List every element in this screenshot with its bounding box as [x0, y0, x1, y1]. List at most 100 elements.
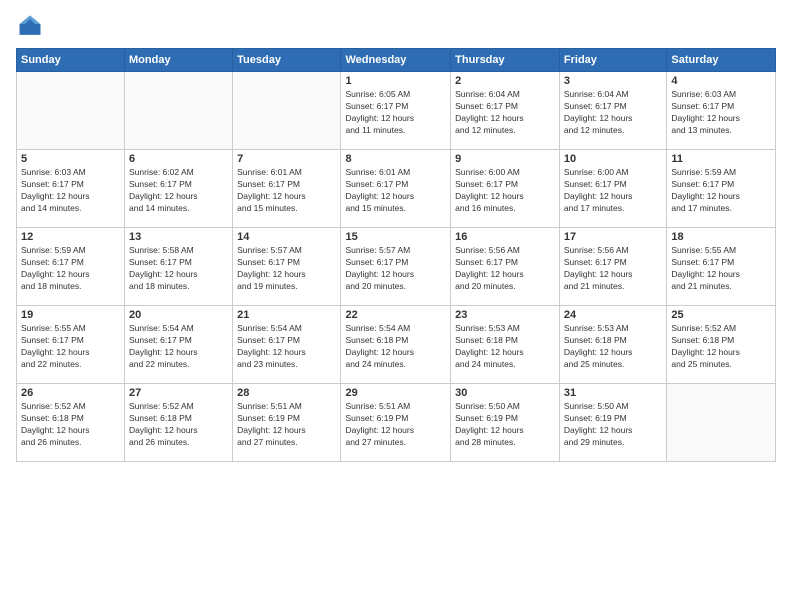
day-number: 3	[564, 75, 662, 87]
calendar-cell: 9 Sunrise: 6:00 AM Sunset: 6:17 PM Daylig…	[451, 150, 560, 228]
day-number: 1	[345, 75, 446, 87]
day-info: Sunrise: 6:05 AM Sunset: 6:17 PM Dayligh…	[345, 89, 446, 137]
calendar-cell: 5 Sunrise: 6:03 AM Sunset: 6:17 PM Daylig…	[17, 150, 125, 228]
day-info: Sunrise: 5:51 AM Sunset: 6:19 PM Dayligh…	[237, 401, 336, 449]
calendar-cell: 21Sunrise: 5:54 AM Sunset: 6:17 PM Dayli…	[233, 306, 341, 384]
calendar-week-4: 19 Sunrise: 5:55 AM Sunset: 6:17 PM Dayli…	[17, 306, 776, 384]
weekday-header-sunday: Sunday	[17, 49, 125, 72]
day-number: 31	[564, 387, 662, 399]
calendar-cell: 4 Sunrise: 6:03 AM Sunset: 6:17 PM Daylig…	[667, 72, 776, 150]
weekday-header-monday: Monday	[125, 49, 233, 72]
day-number: 4	[671, 75, 771, 87]
day-number: 6	[129, 153, 228, 165]
day-number: 24	[564, 309, 662, 321]
day-number: 20	[129, 309, 228, 321]
calendar-cell: 8 Sunrise: 6:01 AM Sunset: 6:17 PM Daylig…	[341, 150, 451, 228]
calendar-cell: 10Sunrise: 6:00 AM Sunset: 6:17 PM Dayli…	[559, 150, 666, 228]
logo-icon	[16, 12, 44, 40]
day-info: Sunrise: 6:01 AM Sunset: 6:17 PM Dayligh…	[345, 167, 446, 215]
weekday-header-wednesday: Wednesday	[341, 49, 451, 72]
calendar-cell: 2 Sunrise: 6:04 AM Sunset: 6:17 PM Daylig…	[451, 72, 560, 150]
day-info: Sunrise: 5:57 AM Sunset: 6:17 PM Dayligh…	[237, 245, 336, 293]
page: SundayMondayTuesdayWednesdayThursdayFrid…	[0, 0, 792, 612]
day-info: Sunrise: 6:03 AM Sunset: 6:17 PM Dayligh…	[671, 89, 771, 137]
calendar-cell: 25 Sunrise: 5:52 AM Sunset: 6:18 PM Dayli…	[667, 306, 776, 384]
day-number: 30	[455, 387, 555, 399]
calendar-cell: 29 Sunrise: 5:51 AM Sunset: 6:19 PM Dayli…	[341, 384, 451, 462]
day-info: Sunrise: 5:50 AM Sunset: 6:19 PM Dayligh…	[564, 401, 662, 449]
day-number: 26	[21, 387, 120, 399]
day-info: Sunrise: 5:51 AM Sunset: 6:19 PM Dayligh…	[345, 401, 446, 449]
calendar-cell: 28 Sunrise: 5:51 AM Sunset: 6:19 PM Dayli…	[233, 384, 341, 462]
calendar-cell: 18 Sunrise: 5:55 AM Sunset: 6:17 PM Dayli…	[667, 228, 776, 306]
calendar-cell: 15Sunrise: 5:57 AM Sunset: 6:17 PM Dayli…	[341, 228, 451, 306]
calendar-cell	[233, 72, 341, 150]
day-info: Sunrise: 5:55 AM Sunset: 6:17 PM Dayligh…	[671, 245, 771, 293]
calendar-cell: 3 Sunrise: 6:04 AM Sunset: 6:17 PM Daylig…	[559, 72, 666, 150]
calendar-cell: 27 Sunrise: 5:52 AM Sunset: 6:18 PM Dayli…	[125, 384, 233, 462]
day-number: 16	[455, 231, 555, 243]
calendar-week-2: 5 Sunrise: 6:03 AM Sunset: 6:17 PM Daylig…	[17, 150, 776, 228]
day-info: Sunrise: 5:59 AM Sunset: 6:17 PM Dayligh…	[21, 245, 120, 293]
weekday-header-tuesday: Tuesday	[233, 49, 341, 72]
day-info: Sunrise: 5:54 AM Sunset: 6:18 PM Dayligh…	[345, 323, 446, 371]
day-info: Sunrise: 6:00 AM Sunset: 6:17 PM Dayligh…	[564, 167, 662, 215]
day-number: 21	[237, 309, 336, 321]
calendar-cell: 30 Sunrise: 5:50 AM Sunset: 6:19 PM Dayli…	[451, 384, 560, 462]
calendar-cell: 31 Sunrise: 5:50 AM Sunset: 6:19 PM Dayli…	[559, 384, 666, 462]
day-info: Sunrise: 5:56 AM Sunset: 6:17 PM Dayligh…	[564, 245, 662, 293]
weekday-header-thursday: Thursday	[451, 49, 560, 72]
calendar-cell: 20 Sunrise: 5:54 AM Sunset: 6:17 PM Dayli…	[125, 306, 233, 384]
day-info: Sunrise: 5:50 AM Sunset: 6:19 PM Dayligh…	[455, 401, 555, 449]
day-number: 8	[345, 153, 446, 165]
day-number: 28	[237, 387, 336, 399]
day-number: 18	[671, 231, 771, 243]
calendar-cell	[125, 72, 233, 150]
day-number: 7	[237, 153, 336, 165]
day-info: Sunrise: 5:53 AM Sunset: 6:18 PM Dayligh…	[455, 323, 555, 371]
day-info: Sunrise: 5:54 AM Sunset: 6:17 PM Dayligh…	[129, 323, 228, 371]
calendar-cell: 12 Sunrise: 5:59 AM Sunset: 6:17 PM Dayli…	[17, 228, 125, 306]
day-info: Sunrise: 5:52 AM Sunset: 6:18 PM Dayligh…	[671, 323, 771, 371]
day-number: 19	[21, 309, 120, 321]
day-info: Sunrise: 6:00 AM Sunset: 6:17 PM Dayligh…	[455, 167, 555, 215]
calendar-cell: 7 Sunrise: 6:01 AM Sunset: 6:17 PM Daylig…	[233, 150, 341, 228]
calendar-cell: 26Sunrise: 5:52 AM Sunset: 6:18 PM Dayli…	[17, 384, 125, 462]
calendar-cell	[17, 72, 125, 150]
day-number: 12	[21, 231, 120, 243]
day-number: 23	[455, 309, 555, 321]
day-info: Sunrise: 5:58 AM Sunset: 6:17 PM Dayligh…	[129, 245, 228, 293]
day-info: Sunrise: 5:53 AM Sunset: 6:18 PM Dayligh…	[564, 323, 662, 371]
day-info: Sunrise: 6:04 AM Sunset: 6:17 PM Dayligh…	[564, 89, 662, 137]
day-number: 27	[129, 387, 228, 399]
day-number: 29	[345, 387, 446, 399]
calendar-cell: 11Sunrise: 5:59 AM Sunset: 6:17 PM Dayli…	[667, 150, 776, 228]
calendar-cell: 17Sunrise: 5:56 AM Sunset: 6:17 PM Dayli…	[559, 228, 666, 306]
calendar-cell: 23 Sunrise: 5:53 AM Sunset: 6:18 PM Dayli…	[451, 306, 560, 384]
calendar-week-5: 26 Sunrise: 5:52 AM Sunset: 6:18 PM Dayli…	[17, 384, 776, 462]
calendar-cell: 13 Sunrise: 5:58 AM Sunset: 6:17 PM Dayli…	[125, 228, 233, 306]
calendar-cell: 22 Sunrise: 5:54 AM Sunset: 6:18 PM Dayli…	[341, 306, 451, 384]
day-number: 14	[237, 231, 336, 243]
calendar-cell: 24 Sunrise: 5:53 AM Sunset: 6:18 PM Dayli…	[559, 306, 666, 384]
day-info: Sunrise: 6:01 AM Sunset: 6:17 PM Dayligh…	[237, 167, 336, 215]
calendar-cell: 14 Sunrise: 5:57 AM Sunset: 6:17 PM Dayli…	[233, 228, 341, 306]
calendar-cell: 19 Sunrise: 5:55 AM Sunset: 6:17 PM Dayli…	[17, 306, 125, 384]
weekday-header-saturday: Saturday	[667, 49, 776, 72]
calendar-cell	[667, 384, 776, 462]
logo	[16, 12, 48, 40]
day-info: Sunrise: 5:52 AM Sunset: 6:18 PM Dayligh…	[129, 401, 228, 449]
day-info: Sunrise: 6:02 AM Sunset: 6:17 PM Dayligh…	[129, 167, 228, 215]
day-number: 13	[129, 231, 228, 243]
day-number: 9	[455, 153, 555, 165]
day-info: Sunrise: 6:03 AM Sunset: 6:17 PM Dayligh…	[21, 167, 120, 215]
day-number: 22	[345, 309, 446, 321]
calendar-week-1: 1 Sunrise: 6:05 AM Sunset: 6:17 PM Daylig…	[17, 72, 776, 150]
day-info: Sunrise: 5:55 AM Sunset: 6:17 PM Dayligh…	[21, 323, 120, 371]
day-number: 25	[671, 309, 771, 321]
calendar-header-row: SundayMondayTuesdayWednesdayThursdayFrid…	[17, 49, 776, 72]
day-info: Sunrise: 5:57 AM Sunset: 6:17 PM Dayligh…	[345, 245, 446, 293]
day-info: Sunrise: 6:04 AM Sunset: 6:17 PM Dayligh…	[455, 89, 555, 137]
day-number: 5	[21, 153, 120, 165]
day-number: 2	[455, 75, 555, 87]
